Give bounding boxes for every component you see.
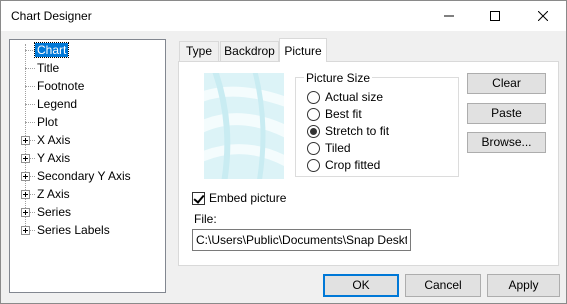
radio-icon <box>307 107 320 121</box>
tree-item-secondary-y-axis[interactable]: Secondary Y Axis <box>35 167 133 185</box>
tree-item-label: Y Axis <box>37 151 71 165</box>
cancel-button[interactable]: Cancel <box>405 274 481 297</box>
ok-button[interactable]: OK <box>323 274 399 297</box>
radio-icon <box>307 141 320 155</box>
radio-tiled[interactable]: Tiled <box>307 140 351 156</box>
tree-item-plot[interactable]: Plot <box>35 113 60 131</box>
tree-item-x-axis[interactable]: X Axis <box>35 131 72 149</box>
radio-actual-size[interactable]: Actual size <box>307 89 383 105</box>
tree-item-label: X Axis <box>37 133 71 147</box>
tab-picture[interactable]: Picture <box>279 38 327 62</box>
tree-item-chart[interactable]: Chart <box>33 41 70 59</box>
minimize-button[interactable] <box>426 1 472 31</box>
checkbox-label: Embed picture <box>209 191 287 205</box>
file-label: File: <box>194 212 217 226</box>
radio-stretch-to-fit[interactable]: Stretch to fit <box>307 123 389 139</box>
tree-item-legend[interactable]: Legend <box>35 95 79 113</box>
tree-connector <box>25 86 35 87</box>
tree-item-label: Footnote <box>37 79 85 93</box>
expand-icon[interactable] <box>21 172 30 181</box>
tree-item-label: Title <box>37 61 60 75</box>
radio-label: Stretch to fit <box>325 124 390 138</box>
tree-item-label: Series Labels <box>37 223 110 237</box>
radio-best-fit[interactable]: Best fit <box>307 106 362 122</box>
apply-button[interactable]: Apply <box>487 274 560 297</box>
expand-icon[interactable] <box>21 136 30 145</box>
tree-connector <box>25 68 35 69</box>
element-tree[interactable]: Chart Title Footnote Legend Plot X Axis … <box>9 39 166 293</box>
close-icon <box>538 11 548 21</box>
window-title: Chart Designer <box>11 9 92 23</box>
clear-button[interactable]: Clear <box>467 73 546 94</box>
tree-item-label: Secondary Y Axis <box>37 169 131 183</box>
tree-item-series-labels[interactable]: Series Labels <box>35 221 112 239</box>
radio-icon <box>307 158 320 172</box>
title-bar[interactable]: Chart Designer <box>1 1 566 31</box>
tab-label: Type <box>185 44 212 58</box>
radio-crop-fitted[interactable]: Crop fitted <box>307 157 380 173</box>
paste-button[interactable]: Paste <box>467 103 546 124</box>
tree-item-y-axis[interactable]: Y Axis <box>35 149 72 167</box>
close-button[interactable] <box>520 1 566 31</box>
tree-item-footnote[interactable]: Footnote <box>35 77 86 95</box>
tree-item-label: Plot <box>37 115 58 129</box>
tree-item-label: Chart <box>33 42 70 58</box>
minimize-icon <box>444 15 454 17</box>
tree-item-z-axis[interactable]: Z Axis <box>35 185 72 203</box>
radio-label: Best fit <box>325 107 362 121</box>
tab-type[interactable]: Type <box>179 41 219 61</box>
tree-item-label: Series <box>37 205 72 219</box>
picture-preview <box>204 73 284 179</box>
tree-connector <box>25 122 35 123</box>
tab-label: Picture <box>284 44 322 58</box>
picture-size-label: Picture Size <box>304 71 373 85</box>
expand-icon[interactable] <box>21 190 30 199</box>
maximize-icon <box>490 11 500 21</box>
expand-icon[interactable] <box>21 226 30 235</box>
radio-selected-icon <box>307 124 320 138</box>
tab-backdrop[interactable]: Backdrop <box>220 41 279 61</box>
tree-connector <box>25 104 35 105</box>
tab-label: Backdrop <box>224 44 275 58</box>
tree-item-series[interactable]: Series <box>35 203 73 221</box>
file-path-field[interactable] <box>192 229 411 251</box>
browse-button[interactable]: Browse... <box>467 132 546 153</box>
tree-connector <box>25 50 35 51</box>
radio-label: Actual size <box>325 90 384 104</box>
tree-item-title[interactable]: Title <box>35 59 61 77</box>
tree-item-label: Legend <box>37 97 78 111</box>
expand-icon[interactable] <box>21 154 30 163</box>
checkbox-checked-icon <box>192 191 205 205</box>
radio-icon <box>307 90 320 104</box>
expand-icon[interactable] <box>21 208 30 217</box>
tree-item-label: Z Axis <box>37 187 70 201</box>
radio-label: Crop fitted <box>325 158 381 172</box>
chart-designer-window: Chart Designer Chart Title Footnote Lege… <box>0 0 567 304</box>
radio-label: Tiled <box>325 141 351 155</box>
maximize-button[interactable] <box>472 1 518 31</box>
embed-picture-checkbox[interactable]: Embed picture <box>192 191 286 205</box>
